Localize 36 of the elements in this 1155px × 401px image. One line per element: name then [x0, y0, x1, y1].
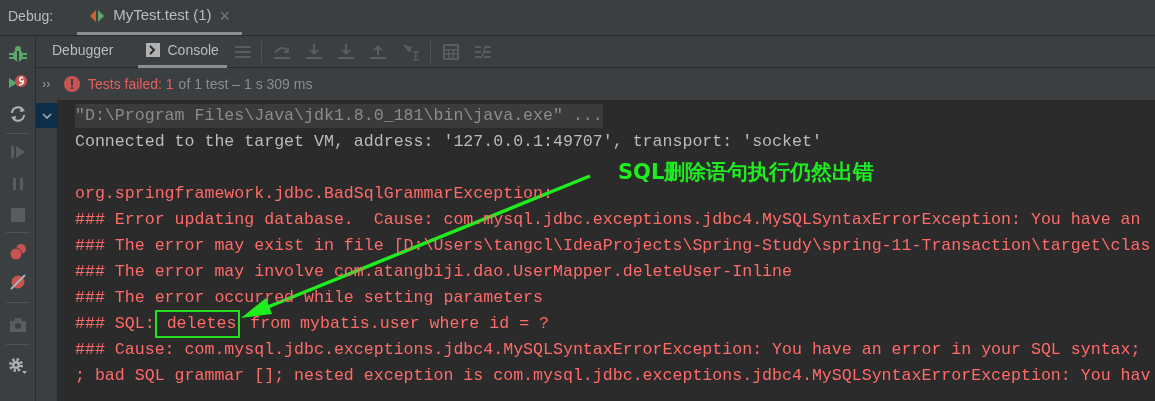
run-to-cursor-icon[interactable]: [401, 42, 420, 61]
console-line: ### Cause: com.mysql.jdbc.exceptions.jdbc4.MySQLSyntaxErrorException: You have an error in your SQL syntax;: [75, 339, 1141, 361]
test-icon: [89, 8, 106, 23]
refresh-icon[interactable]: [8, 105, 27, 123]
console-line: from mybatis.user where id = ?: [249, 313, 550, 335]
camera-icon[interactable]: [8, 317, 27, 333]
breakpoints-icon[interactable]: [8, 243, 27, 261]
trace-icon[interactable]: [474, 43, 491, 60]
console-line: Connected to the target VM, address: '127.0.0.1:49707', transport: 'socket': [75, 131, 822, 153]
console-line: ; bad SQL grammar []; nested exception is com.mysql.jdbc.exceptions.jdbc4.MySQLSyntaxErrorException: You hav: [75, 365, 1151, 387]
tool-tab[interactable]: Console: [137, 35, 227, 68]
calculator-icon[interactable]: [442, 43, 459, 60]
panel-label: Debug:: [8, 7, 54, 26]
test-summary-text: of 1 test – 1 s 309 ms: [178, 74, 313, 94]
tool-tab[interactable]: Debugger: [44, 35, 122, 68]
stop-icon[interactable]: [10, 208, 25, 222]
tests-failed-text: Tests failed: 1: [88, 74, 174, 94]
console-icon: [145, 43, 160, 57]
console-line: ### The error occurred while setting parameters: [75, 287, 544, 309]
expand-toggle[interactable]: ››: [42, 74, 56, 94]
chevron-down-icon: [42, 112, 52, 119]
mute-breakpoints-icon[interactable]: [8, 273, 27, 291]
console-line: org.springframework.jdbc.BadSqlGrammarException:: [75, 183, 554, 205]
settings-icon[interactable]: [7, 357, 28, 375]
fold-button[interactable]: [36, 103, 58, 128]
error-icon: [64, 76, 80, 92]
bug-icon[interactable]: [8, 45, 27, 63]
step-into-icon[interactable]: [305, 43, 322, 60]
menu-icon[interactable]: [234, 44, 251, 59]
force-step-into-icon[interactable]: [337, 43, 354, 60]
highlighted-word: deletes: [154, 310, 241, 338]
step-out-icon[interactable]: [369, 43, 386, 60]
annotation-text: SQL删除语句执行仍然出错: [618, 159, 875, 186]
tab-title: MyTest.test (1): [113, 5, 212, 26]
resume-icon[interactable]: [9, 144, 26, 160]
console-line: ### SQL:: [75, 313, 155, 335]
